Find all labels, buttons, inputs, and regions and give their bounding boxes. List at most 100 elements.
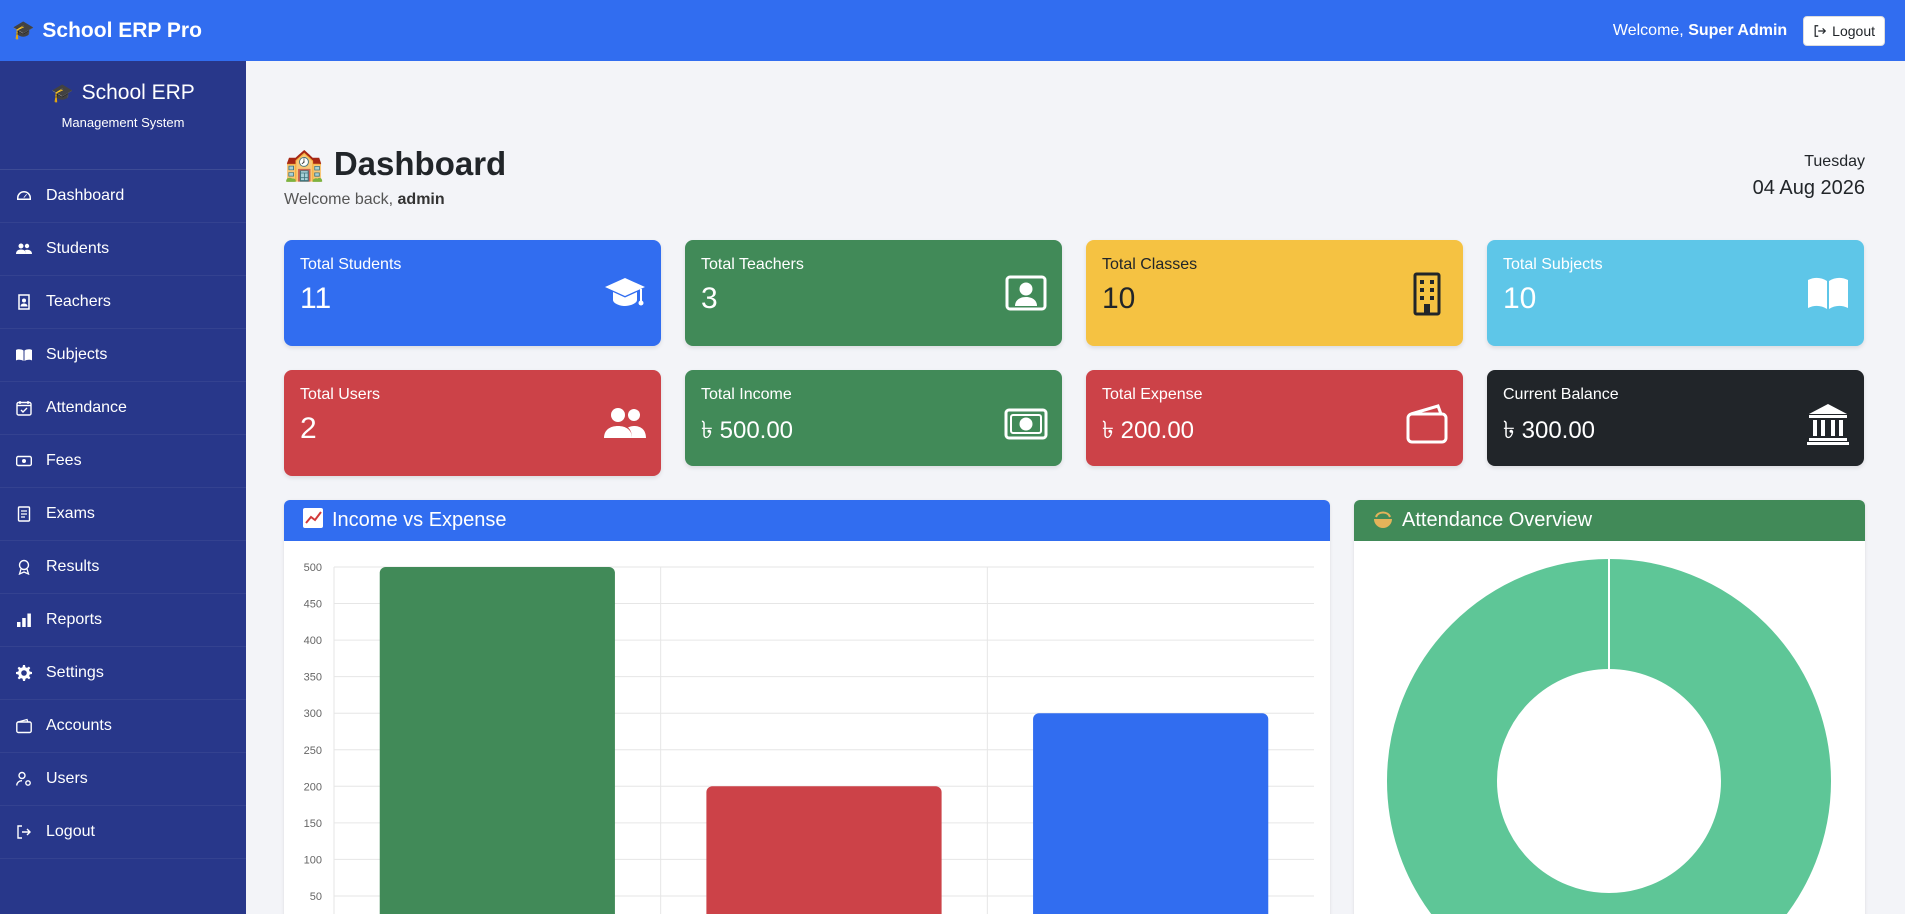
gear-icon (16, 665, 32, 681)
sidebar-subtitle: Management System (61, 115, 185, 130)
sidebar-item-label: Attendance (46, 399, 127, 416)
chart-trend-icon (302, 507, 324, 535)
sidebar-item-settings[interactable]: Settings (0, 647, 246, 700)
y-tick-label: 500 (304, 562, 322, 574)
school-icon: 🏫 (284, 146, 324, 182)
user-gear-icon (16, 771, 31, 786)
y-tick-label: 300 (304, 708, 322, 720)
sidebar: 🎓 School ERP Management System Dashboard… (0, 61, 246, 914)
calendar-check-icon (16, 401, 32, 416)
sidebar-item-dashboard[interactable]: Dashboard (0, 170, 246, 223)
date-full: 04 Aug 2026 (1752, 177, 1865, 199)
stat-card-value: 11 (300, 282, 332, 315)
logout-label: Logout (1832, 22, 1875, 39)
stat-card-label: Current Balance (1503, 386, 1619, 403)
stat-card-total-expense[interactable]: Total Expense ৳ 200.00 (1086, 370, 1463, 466)
current-user-name: Super Admin (1688, 21, 1788, 39)
stat-card-label: Total Income (701, 386, 792, 403)
graduation-cap-icon: 🎓 (12, 20, 35, 40)
building-icon (1405, 272, 1449, 316)
welcome-back-prefix: Welcome back, (284, 191, 394, 208)
stat-card-total-subjects[interactable]: Total Subjects 10 (1487, 240, 1864, 346)
sidebar-item-logout[interactable]: Logout (0, 806, 246, 859)
main-content: 🏫 Dashboard Welcome back, admin Tuesday … (246, 61, 1905, 914)
sidebar-item-users[interactable]: Users (0, 753, 246, 806)
teacher-badge-icon (18, 294, 30, 310)
book-icon (16, 349, 32, 361)
page-title-label: Dashboard (333, 145, 507, 182)
stat-card-total-users[interactable]: Total Users 2 (284, 370, 661, 476)
stat-card-total-students[interactable]: Total Students 11 (284, 240, 661, 346)
panel-title: Income vs Expense (332, 509, 507, 531)
sidebar-item-label: Users (46, 770, 88, 787)
date-display: Tuesday 04 Aug 2026 (1753, 153, 1865, 200)
bar[interactable] (1033, 713, 1269, 914)
y-tick-label: 250 (304, 745, 322, 757)
stat-card-value: 10 (1503, 282, 1537, 315)
logout-button[interactable]: Logout (1803, 15, 1885, 46)
stat-card-total-classes[interactable]: Total Classes 10 (1086, 240, 1463, 346)
stat-card-label: Total Subjects (1503, 256, 1603, 273)
welcome-text: Welcome, Super Admin (1613, 22, 1787, 40)
cash-icon (16, 455, 32, 467)
y-tick-label: 150 (304, 818, 322, 830)
stat-card-label: Total Users (300, 386, 381, 403)
stat-card-total-income[interactable]: Total Income ৳ 500.00 (685, 370, 1062, 466)
users-icon (603, 402, 647, 446)
students-icon (16, 243, 32, 254)
sidebar-item-label: Fees (46, 452, 82, 469)
sidebar-item-attendance[interactable]: Attendance (0, 382, 246, 435)
attendance-donut-chart (1387, 559, 1831, 914)
stat-card-label: Total Students (300, 256, 402, 273)
sidebar-item-results[interactable]: Results (0, 541, 246, 594)
bar-chart-icon (17, 613, 31, 627)
y-tick-label: 450 (304, 599, 322, 611)
welcome-prefix: Welcome, (1612, 21, 1684, 39)
y-tick-label: 400 (304, 635, 322, 647)
graduation-cap-icon (603, 272, 647, 316)
sidebar-title: School ERP (81, 81, 195, 104)
y-tick-label: 50 (310, 891, 322, 903)
sidebar-item-teachers[interactable]: Teachers (0, 276, 246, 329)
teacher-board-icon (1004, 272, 1048, 316)
wallet-icon (1405, 402, 1449, 446)
welcome-back-username: admin (397, 191, 445, 208)
stat-card-total-teachers[interactable]: Total Teachers 3 (685, 240, 1062, 346)
bar[interactable] (706, 786, 942, 914)
sidebar-item-label: Dashboard (46, 187, 125, 204)
bar[interactable] (379, 567, 615, 914)
graduation-cap-icon: 🎓 (51, 82, 74, 103)
income-expense-panel-header: Income vs Expense (284, 500, 1330, 541)
y-tick-label: 200 (304, 781, 322, 793)
attendance-panel-header: Attendance Overview (1354, 500, 1865, 541)
open-book-icon (1806, 272, 1850, 316)
sidebar-item-label: Subjects (46, 346, 108, 363)
stat-card-label: Total Teachers (701, 256, 804, 273)
wallet-icon (16, 718, 32, 734)
sidebar-item-label: Exams (46, 505, 95, 522)
sidebar-item-accounts[interactable]: Accounts (0, 700, 246, 753)
top-navbar: 🎓 School ERP Pro Welcome, Super Admin Lo… (0, 0, 1905, 61)
welcome-back-text: Welcome back, admin (284, 191, 506, 209)
stat-card-value: 3 (701, 282, 718, 315)
sidebar-item-subjects[interactable]: Subjects (0, 329, 246, 382)
brand[interactable]: 🎓 School ERP Pro (12, 19, 202, 43)
page-title: 🏫 Dashboard (284, 145, 506, 183)
y-tick-label: 100 (304, 854, 322, 866)
stat-card-label: Total Classes (1102, 256, 1198, 273)
logout-icon (17, 825, 31, 839)
sidebar-item-fees[interactable]: Fees (0, 435, 246, 488)
stat-card-value: ৳ 500.00 (701, 417, 794, 444)
income-expense-bar-chart: 50 100 150 200 250 300 350 400 450 500 (304, 562, 1314, 914)
logout-icon (1814, 24, 1827, 37)
sidebar-item-exams[interactable]: Exams (0, 488, 246, 541)
brand-label: School ERP Pro (42, 18, 202, 42)
pie-icon (1372, 507, 1394, 535)
stat-card-value: 2 (300, 412, 317, 445)
sidebar-item-reports[interactable]: Reports (0, 594, 246, 647)
stat-card-current-balance[interactable]: Current Balance ৳ 300.00 (1487, 370, 1864, 466)
sidebar-item-students[interactable]: Students (0, 223, 246, 276)
document-icon (17, 506, 31, 522)
stat-card-value: ৳ 200.00 (1102, 417, 1195, 444)
bank-icon (1806, 402, 1850, 446)
